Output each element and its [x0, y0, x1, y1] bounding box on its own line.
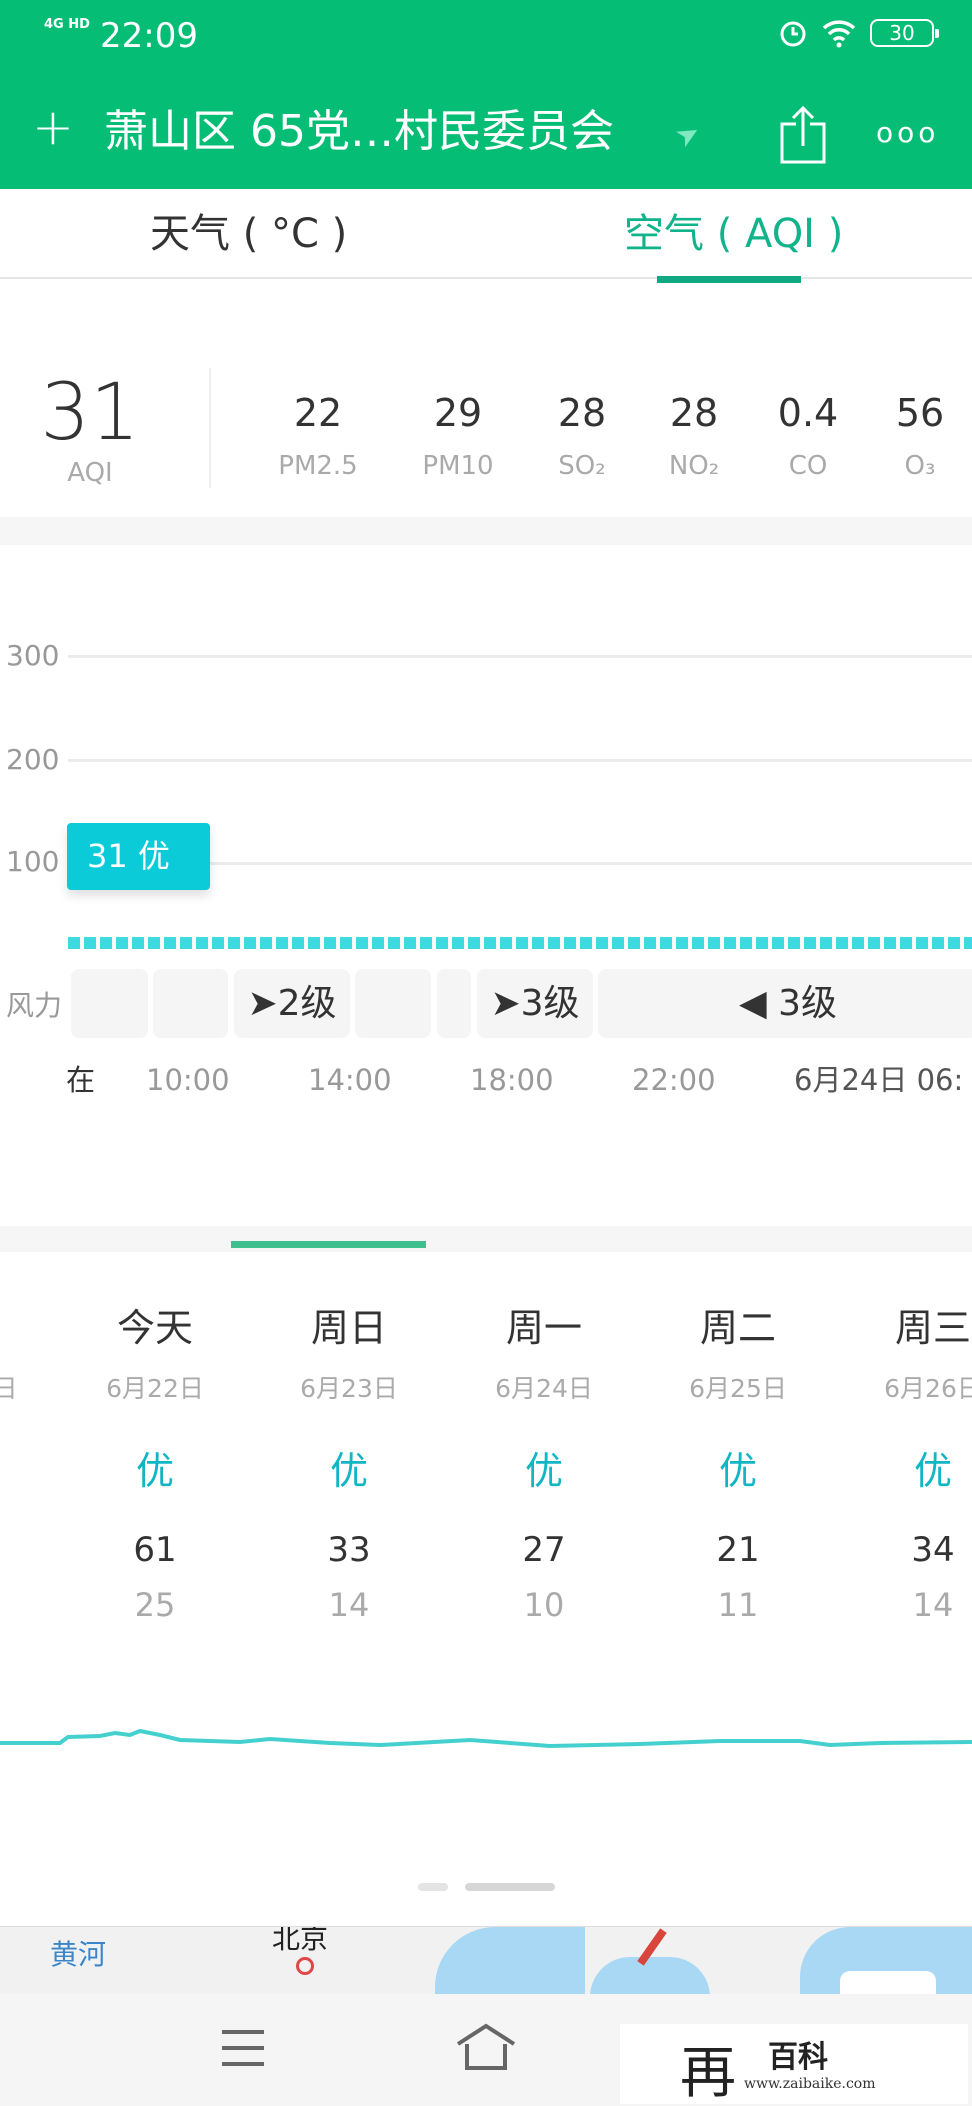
day-aqi-min: 10: [523, 1586, 565, 1624]
watermark-text: 百科: [768, 2040, 828, 2075]
day-date: 6月22日: [106, 1374, 204, 1403]
gridline: [68, 759, 972, 762]
location-arrow-icon: ➤: [669, 114, 707, 155]
day-aqi-level: 优: [329, 1449, 368, 1493]
location-title[interactable]: 萧山区 65党…村民委员会: [104, 106, 614, 158]
wind-segment: ➤3级: [477, 969, 593, 1038]
share-icon[interactable]: [778, 104, 828, 164]
pollutant-o3: 56 O₃: [895, 391, 945, 481]
alarm-icon: [780, 21, 806, 47]
wind-segment: [71, 969, 148, 1038]
map-label-city: 北京: [272, 1926, 329, 1955]
map-control-button[interactable]: [840, 1971, 936, 1996]
battery-icon: 30: [870, 19, 939, 47]
active-tab-indicator: [657, 276, 801, 283]
section-divider: [0, 1226, 972, 1252]
time-label: 22:00: [632, 1063, 716, 1097]
clock: 22:09: [100, 16, 198, 56]
map-water: [435, 1927, 585, 1996]
status-icons: 30: [778, 18, 939, 48]
map-preview[interactable]: 黄河 北京: [0, 1926, 972, 1996]
pollutant-so2: 28 SO₂: [557, 391, 607, 481]
status-bar: 4G HD 22:09 30: [0, 0, 972, 76]
map-marker-icon: [296, 1957, 314, 1975]
pollutant-co: 0.4 CO: [777, 391, 839, 481]
day-aqi-min: 11: [717, 1586, 759, 1624]
day-aqi-min: 25: [134, 1586, 176, 1624]
day-aqi-max: 33: [327, 1530, 371, 1570]
add-city-button[interactable]: +: [32, 102, 74, 152]
menu-icon[interactable]: [220, 2028, 266, 2068]
day-aqi-level: 优: [524, 1449, 563, 1493]
day-name: 周日: [310, 1306, 387, 1350]
wifi-icon: [822, 20, 856, 48]
day-date: 日: [0, 1374, 18, 1403]
day-name: 周三: [894, 1306, 971, 1350]
app-header: + 萧山区 65党…村民委员会 ➤ ooo: [0, 76, 972, 189]
divider: [209, 368, 211, 488]
tab-weather[interactable]: 天气 ( °C ): [150, 209, 347, 259]
day-date: 6月25日: [689, 1374, 787, 1403]
watermark-url: www.zaibaike.com: [744, 2076, 876, 2092]
day-name: 周一: [505, 1306, 582, 1350]
tab-air-quality[interactable]: 空气 ( AQI ): [624, 209, 843, 259]
map-water: [590, 1957, 710, 1996]
day-date: 6月23日: [300, 1374, 398, 1403]
wind-segment: ◀ 3级: [598, 969, 972, 1038]
watermark: 再 百科 www.zaibaike.com: [620, 2024, 968, 2106]
wind-segment: [437, 969, 471, 1038]
gridline: [68, 655, 972, 658]
day-date: 6月24日: [495, 1374, 593, 1403]
daily-trend-line: [0, 1728, 972, 1749]
time-label: 18:00: [470, 1063, 554, 1097]
aqi-value: 31: [40, 368, 140, 458]
pollutant-pm25: 22 PM2.5: [278, 391, 358, 481]
watermark-logo-icon: 再: [680, 2041, 736, 2106]
map-label-river: 黄河: [50, 1938, 107, 1971]
day-aqi-min: 14: [328, 1586, 370, 1624]
pollutant-pm10: 29 PM10: [422, 391, 494, 481]
aqi-dashed-line: [68, 937, 972, 949]
scroll-indicator: [231, 1241, 426, 1248]
y-tick-200: 200: [6, 743, 60, 776]
day-aqi-max: 61: [133, 1530, 177, 1570]
signal-icon: 4G HD: [44, 17, 90, 32]
aqi-label: AQI: [67, 458, 113, 488]
home-icon[interactable]: [455, 2022, 517, 2072]
current-aqi-panel: 31 AQI 22 PM2.5 29 PM10 28 SO₂ 28 NO₂ 0.4 CO …: [0, 340, 972, 500]
time-label-now: 在: [66, 1063, 96, 1097]
day-aqi-level: 优: [135, 1449, 174, 1493]
day-aqi-level: 优: [718, 1449, 757, 1493]
y-tick-100: 100: [6, 845, 60, 878]
day-aqi-max: 34: [911, 1530, 955, 1570]
y-tick-300: 300: [6, 639, 60, 672]
day-aqi-min: 14: [912, 1586, 954, 1624]
wind-segment: [153, 969, 228, 1038]
day-date: 6月26日: [884, 1374, 972, 1403]
wind-segment: [355, 969, 431, 1038]
more-menu-icon[interactable]: ooo: [876, 116, 939, 149]
day-aqi-max: 27: [522, 1530, 566, 1570]
pollutant-no2: 28 NO₂: [668, 391, 720, 481]
time-label: 10:00: [146, 1063, 230, 1097]
time-label: 6月24日 06:: [794, 1063, 964, 1097]
tab-bar: 天气 ( °C ) 空气 ( AQI ): [0, 189, 972, 279]
wind-segment: ➤2级: [234, 969, 350, 1038]
day-name: 今天: [116, 1306, 193, 1350]
wind-label: 风力: [6, 989, 63, 1022]
day-name: 周二: [699, 1306, 776, 1350]
page-indicator: [418, 1883, 448, 1891]
section-divider: [0, 517, 972, 545]
current-aqi-bubble: 31 优: [67, 823, 210, 890]
page-indicator-active: [465, 1883, 555, 1891]
day-aqi-max: 21: [716, 1530, 760, 1570]
day-aqi-level: 优: [913, 1449, 952, 1493]
time-label: 14:00: [308, 1063, 392, 1097]
